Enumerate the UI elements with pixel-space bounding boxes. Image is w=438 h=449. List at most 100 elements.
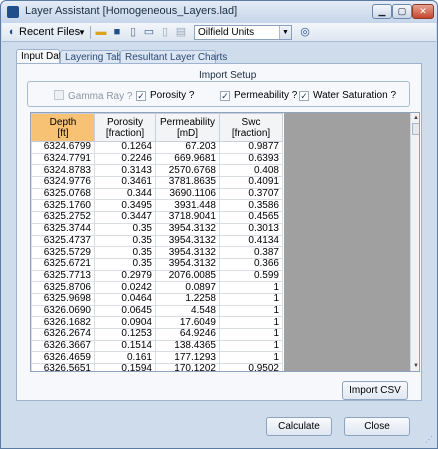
table-cell[interactable]: 0.1514 bbox=[94, 339, 156, 353]
table-cell[interactable]: 0.0242 bbox=[94, 281, 156, 294]
table-row[interactable]: 6326.2674 0.1253 64.9246 1 bbox=[31, 328, 283, 341]
input-data-grid[interactable]: Depth [ft] Porosity [fraction] Permeabilit… bbox=[30, 112, 420, 372]
table-cell[interactable]: 0.161 bbox=[94, 351, 156, 365]
recent-files-menu[interactable]: Recent Files bbox=[19, 26, 80, 39]
table-row[interactable]: 6325.6721 0.35 3954.3132 0.366 bbox=[31, 257, 283, 271]
table-cell[interactable]: 0.4565 bbox=[219, 211, 283, 224]
table-cell[interactable]: 6325.3744 bbox=[31, 222, 95, 236]
maximize-button[interactable]: ▢ bbox=[392, 4, 412, 19]
scroll-down-icon[interactable]: ▼ bbox=[411, 361, 419, 371]
table-cell[interactable]: 0.0464 bbox=[94, 292, 156, 306]
table-cell[interactable]: 6324.8783 bbox=[31, 164, 95, 178]
water-saturation-checkbox[interactable]: ✓ Water Saturation ? bbox=[299, 90, 396, 102]
table-cell[interactable]: 3781.8635 bbox=[155, 176, 220, 189]
table-cell[interactable]: 0.0897 bbox=[155, 281, 220, 294]
table-cell[interactable]: 170.1202 bbox=[155, 363, 220, 371]
open-folder-icon[interactable]: ▬ bbox=[94, 26, 108, 39]
table-row[interactable]: 6325.2752 0.3447 3718.9041 0.4565 bbox=[31, 211, 283, 224]
table-cell[interactable]: 0.9877 bbox=[219, 141, 283, 154]
table-row[interactable]: 6326.0690 0.0645 4.548 1 bbox=[31, 304, 283, 318]
table-cell[interactable]: 6326.2674 bbox=[31, 328, 95, 341]
table-cell[interactable]: 3954.3132 bbox=[155, 246, 220, 259]
table-cell[interactable]: 17.6049 bbox=[155, 316, 220, 329]
table-cell[interactable]: 0.3143 bbox=[94, 164, 156, 178]
table-cell[interactable]: 0.1264 bbox=[94, 141, 156, 154]
column-header-permeability[interactable]: Permeability [mD] bbox=[155, 113, 220, 142]
tab-layering-tables[interactable]: Layering Tables bbox=[60, 50, 135, 64]
table-row[interactable]: 6325.8706 0.0242 0.0897 1 bbox=[31, 281, 283, 294]
table-cell[interactable]: 3718.9041 bbox=[155, 211, 220, 224]
table-cell[interactable]: 3931.448 bbox=[155, 199, 220, 213]
table-cell[interactable]: 0.344 bbox=[94, 187, 156, 201]
table-cell[interactable]: 6325.8706 bbox=[31, 281, 95, 294]
minimize-button[interactable]: ▁ bbox=[372, 4, 392, 19]
table-cell[interactable]: 3690.1106 bbox=[155, 187, 220, 201]
table-cell[interactable]: 6325.7713 bbox=[31, 269, 95, 283]
table-row[interactable]: 6325.5729 0.35 3954.3132 0.387 bbox=[31, 246, 283, 259]
table-cell[interactable]: 3954.3132 bbox=[155, 234, 220, 248]
table-cell[interactable]: 6325.9698 bbox=[31, 292, 95, 306]
table-row[interactable]: 6324.8783 0.3143 2570.6768 0.408 bbox=[31, 164, 283, 178]
table-cell[interactable]: 6325.5729 bbox=[31, 246, 95, 259]
table-row[interactable]: 6326.1682 0.0904 17.6049 1 bbox=[31, 316, 283, 329]
table-cell[interactable]: 0.1253 bbox=[94, 328, 156, 341]
document-icon[interactable]: ▯ bbox=[126, 26, 140, 39]
resize-grip-icon[interactable]: ⋰ bbox=[425, 435, 433, 444]
table-cell[interactable]: 0.9502 bbox=[219, 363, 283, 371]
table-cell[interactable]: 6324.6799 bbox=[31, 141, 95, 154]
tab-input-data[interactable]: Input Data bbox=[16, 49, 67, 64]
table-cell[interactable]: 0.599 bbox=[219, 269, 283, 283]
table-cell[interactable]: 6325.4737 bbox=[31, 234, 95, 248]
table-cell[interactable]: 1.2258 bbox=[155, 292, 220, 306]
table-cell[interactable]: 0.1594 bbox=[94, 363, 156, 371]
export-icon[interactable]: ▯ bbox=[158, 26, 172, 39]
vertical-scrollbar[interactable]: ▲ ▼ bbox=[410, 113, 419, 371]
table-cell[interactable]: 67.203 bbox=[155, 141, 220, 154]
column-header-depth[interactable]: Depth [ft] bbox=[31, 113, 95, 142]
recent-files-dropdown-icon[interactable]: ▼ bbox=[78, 26, 86, 39]
column-header-porosity[interactable]: Porosity [fraction] bbox=[94, 113, 156, 142]
title-bar[interactable]: Layer Assistant [Homogeneous_Layers.lad]… bbox=[1, 1, 437, 23]
table-cell[interactable]: 1 bbox=[219, 351, 283, 365]
table-cell[interactable]: 6325.0768 bbox=[31, 187, 95, 201]
table-row[interactable]: 6326.4659 0.161 177.1293 1 bbox=[31, 351, 283, 365]
table-cell[interactable]: 6326.4659 bbox=[31, 351, 95, 365]
table-cell[interactable]: 0.35 bbox=[94, 222, 156, 236]
table-cell[interactable]: 0.3447 bbox=[94, 211, 156, 224]
column-header-swc[interactable]: Swc [fraction] bbox=[219, 113, 283, 142]
table-cell[interactable]: 3954.3132 bbox=[155, 222, 220, 236]
scroll-up-icon[interactable]: ▲ bbox=[411, 113, 419, 123]
table-cell[interactable]: 1 bbox=[219, 281, 283, 294]
table-cell[interactable]: 6324.9776 bbox=[31, 176, 95, 189]
table-row[interactable]: 6324.9776 0.3461 3781.8635 0.4091 bbox=[31, 176, 283, 189]
table-cell[interactable]: 6324.7791 bbox=[31, 152, 95, 166]
table-row[interactable]: 6325.3744 0.35 3954.3132 0.3013 bbox=[31, 222, 283, 236]
tab-resultant-layer-charts[interactable]: Resultant Layer Charts bbox=[120, 50, 227, 64]
table-cell[interactable]: 177.1293 bbox=[155, 351, 220, 365]
table-cell[interactable]: 0.3013 bbox=[219, 222, 283, 236]
table-cell[interactable]: 6325.1760 bbox=[31, 199, 95, 213]
print-icon[interactable]: ▤ bbox=[174, 26, 188, 39]
permeability-checkbox[interactable]: ✓ Permeability ? bbox=[220, 90, 297, 102]
porosity-checkbox[interactable]: ✓ Porosity ? bbox=[136, 90, 194, 102]
table-row[interactable]: 6325.7713 0.2979 2076.0085 0.599 bbox=[31, 269, 283, 283]
table-cell[interactable]: 6325.2752 bbox=[31, 211, 95, 224]
table-cell[interactable]: 6326.5651 bbox=[31, 363, 95, 371]
table-cell[interactable]: 1 bbox=[219, 316, 283, 329]
gamma-ray-checkbox[interactable]: Gamma Ray ? bbox=[54, 90, 132, 102]
table-cell[interactable]: 0.4091 bbox=[219, 176, 283, 189]
table-cell[interactable]: 6326.1682 bbox=[31, 316, 95, 329]
table-cell[interactable]: 0.35 bbox=[94, 257, 156, 271]
units-dropdown[interactable]: Oilfield Units ▼ bbox=[194, 25, 292, 40]
monitor-icon[interactable]: ▭ bbox=[142, 26, 156, 39]
table-row[interactable]: 6325.0768 0.344 3690.1106 0.3707 bbox=[31, 187, 283, 201]
table-cell[interactable]: 1 bbox=[219, 292, 283, 306]
table-cell[interactable]: 0.2979 bbox=[94, 269, 156, 283]
table-row[interactable]: 6325.1760 0.3495 3931.448 0.3586 bbox=[31, 199, 283, 213]
calculate-button[interactable]: Calculate bbox=[266, 417, 332, 436]
table-cell[interactable]: 0.0904 bbox=[94, 316, 156, 329]
table-cell[interactable]: 0.3461 bbox=[94, 176, 156, 189]
table-cell[interactable]: 6326.3667 bbox=[31, 339, 95, 353]
table-cell[interactable]: 6326.0690 bbox=[31, 304, 95, 318]
table-cell[interactable]: 0.387 bbox=[219, 246, 283, 259]
